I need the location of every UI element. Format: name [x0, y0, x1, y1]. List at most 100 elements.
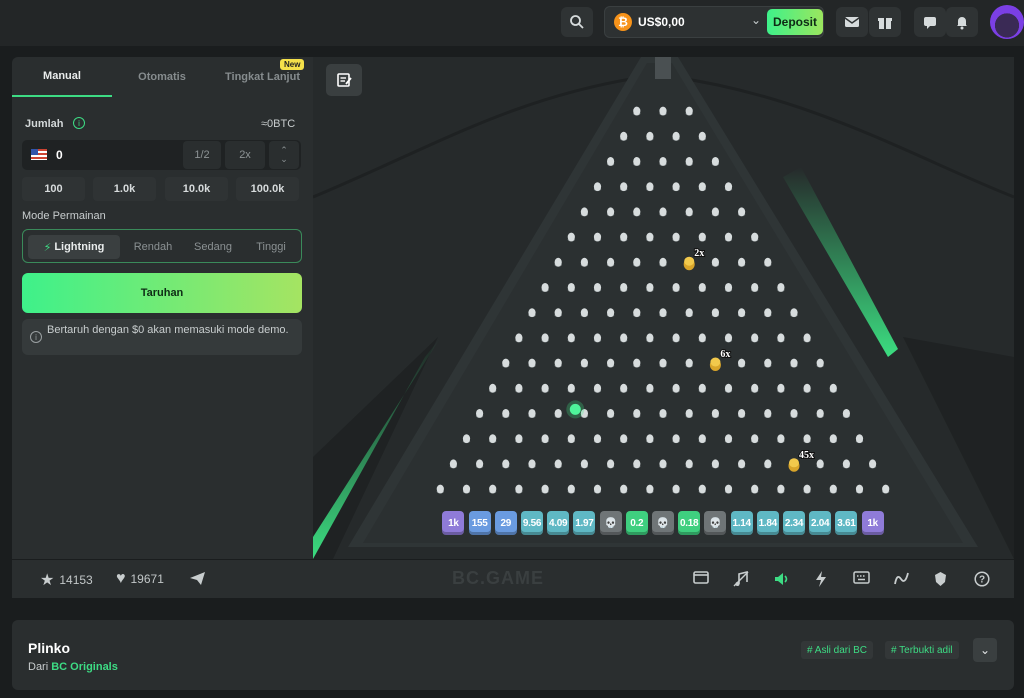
stats-icon[interactable] — [893, 571, 910, 590]
favorites[interactable]: ★ 14153 — [40, 570, 93, 590]
peg — [567, 484, 575, 494]
chevron-down-icon[interactable]: ⌄ — [751, 13, 761, 27]
multiplier-bucket: 1k — [442, 511, 465, 535]
lightning-icon: ⚡ — [43, 241, 52, 254]
tab-auto[interactable]: Otomatis — [112, 57, 212, 97]
peg — [724, 383, 733, 393]
music-icon[interactable] — [733, 570, 749, 591]
info-icon[interactable]: i — [73, 117, 85, 129]
chevron-down-icon[interactable]: ⌄ — [973, 638, 997, 662]
screen-icon[interactable] — [693, 571, 709, 588]
mode-lightning-label: Lightning — [54, 241, 105, 253]
peg — [751, 383, 759, 393]
peg — [607, 409, 615, 418]
mode-medium[interactable]: Sedang — [183, 235, 243, 259]
peg — [711, 207, 719, 217]
tag-original[interactable]: # Asli dari BC — [801, 641, 874, 659]
peg — [515, 333, 523, 343]
peg — [685, 207, 693, 217]
chip-1k[interactable]: 1.0k — [93, 177, 156, 201]
peg — [685, 157, 693, 166]
multiplier-bucket: 2.34 — [783, 511, 805, 535]
peg — [751, 283, 759, 292]
peg — [489, 434, 497, 444]
gift-icon[interactable] — [869, 7, 901, 37]
peg — [620, 232, 628, 242]
stepper-icon[interactable]: ⌃ ⌄ — [269, 141, 299, 169]
peg — [462, 484, 471, 494]
search-icon[interactable] — [561, 7, 593, 37]
deposit-button[interactable]: Deposit — [767, 9, 823, 35]
peg — [633, 358, 641, 368]
amount-input[interactable]: 0 1/2 2x ⌃ ⌄ — [22, 140, 301, 170]
keyboard-icon[interactable] — [853, 571, 870, 588]
chat-icon[interactable] — [914, 7, 946, 37]
peg — [620, 333, 628, 343]
board-canvas: 2x 6x 45x — [313, 57, 1014, 559]
from-label: Dari — [28, 661, 49, 673]
peg — [738, 409, 746, 418]
send-icon[interactable] — [189, 571, 206, 590]
peg — [515, 434, 523, 444]
peg — [738, 308, 746, 318]
mode-label: Mode Permainan — [22, 210, 106, 222]
peg — [633, 257, 641, 267]
mode-low[interactable]: Rendah — [123, 235, 183, 259]
peg — [646, 232, 654, 242]
mode-lightning[interactable]: ⚡ Lightning — [28, 235, 120, 259]
tag-provably-fair[interactable]: # Terbukti adil — [885, 641, 959, 659]
peg — [764, 409, 772, 418]
boost-label: 45x — [799, 450, 814, 461]
bet-button[interactable]: Taruhan — [22, 273, 302, 313]
peg — [502, 459, 510, 469]
peg — [646, 333, 654, 343]
amount-btc: ≈0BTC — [261, 118, 296, 130]
peg — [554, 358, 562, 368]
wallet-selector[interactable]: ₿ US$0,00 ⌄ Deposit — [604, 6, 824, 38]
peg — [698, 232, 706, 242]
half-button[interactable]: 1/2 — [183, 141, 221, 169]
mode-high[interactable]: Tinggi — [241, 235, 301, 259]
likes[interactable]: ♥ 19671 — [116, 570, 164, 588]
peg — [816, 459, 824, 469]
peg — [607, 157, 615, 166]
peg — [541, 383, 549, 393]
peg — [764, 257, 772, 267]
peg — [528, 459, 536, 469]
chip-10k[interactable]: 10.0k — [165, 177, 228, 201]
avatar[interactable] — [990, 5, 1024, 39]
peg — [528, 358, 536, 368]
peg — [829, 434, 837, 444]
peg — [698, 283, 706, 292]
amount-value[interactable]: 0 — [56, 148, 63, 162]
info-icon: i — [30, 331, 42, 343]
tab-manual[interactable]: Manual — [12, 57, 112, 97]
sound-icon[interactable] — [773, 571, 789, 591]
turbo-icon[interactable] — [815, 571, 827, 591]
peg — [607, 459, 615, 469]
fairness-icon[interactable] — [933, 571, 948, 591]
ball — [569, 403, 581, 415]
peg — [672, 383, 680, 393]
peg — [711, 409, 719, 418]
peg — [777, 283, 785, 292]
help-icon[interactable]: ? — [974, 571, 990, 591]
bell-icon[interactable] — [946, 7, 978, 37]
boost-label: 2x — [694, 248, 704, 259]
peg — [502, 358, 510, 368]
peg — [620, 283, 628, 292]
peg — [685, 308, 693, 318]
peg — [698, 182, 706, 192]
peg — [633, 308, 641, 318]
peg — [593, 182, 602, 192]
peg — [646, 484, 654, 494]
notes-icon[interactable] — [326, 64, 362, 96]
chip-100k[interactable]: 100.0k — [236, 177, 299, 201]
double-button[interactable]: 2x — [225, 141, 265, 169]
chip-100[interactable]: 100 — [22, 177, 85, 201]
mail-icon[interactable] — [836, 7, 868, 37]
provider-link[interactable]: BC Originals — [51, 661, 118, 673]
multiplier-bucket: 💀 — [652, 511, 674, 535]
peg — [620, 131, 628, 141]
mode-selector: ⚡ Lightning Rendah Sedang Tinggi — [22, 229, 302, 263]
